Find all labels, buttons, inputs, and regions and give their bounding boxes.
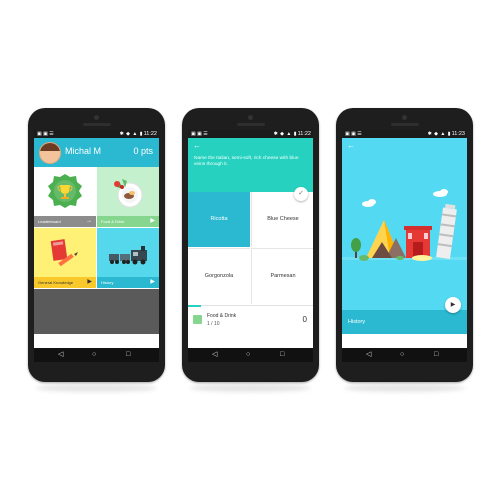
avatar[interactable]	[39, 142, 61, 164]
question-screen: ← Name the Italian, semi-soft, rich chee…	[188, 138, 313, 348]
category-tile-general-knowledge[interactable]: General Knowledge ▶	[34, 228, 96, 288]
points-display: 0 pts	[133, 146, 153, 156]
nav-back-icon[interactable]: ◁	[58, 351, 63, 359]
landmarks-illustration	[342, 189, 467, 261]
phone-device: ▣ ▣ ☰ ✱ ◆ ▲ ▮ 11:23 ← History ▶ ◁ ○ □	[336, 108, 473, 392]
speaker	[390, 123, 419, 126]
check-icon[interactable]: ✓	[294, 187, 308, 201]
phone-shadow	[36, 384, 157, 392]
category-name: Food & Drink	[207, 313, 237, 319]
food-plate-icon	[114, 179, 143, 208]
status-icons: ✱ ◆ ▲ ▮	[427, 131, 451, 137]
question-counter: 1 / 10	[207, 321, 220, 327]
train-icon	[109, 246, 147, 265]
progress-track	[188, 305, 313, 306]
status-bar: ▣ ▣ ☰ ✱ ◆ ▲ ▮ 11:22	[34, 130, 159, 138]
nav-recent-icon[interactable]: □	[434, 351, 438, 359]
answer-option[interactable]: Gorgonzola	[188, 248, 250, 304]
notification-icons: ▣ ▣ ☰	[345, 131, 362, 137]
food-category-icon	[193, 315, 202, 324]
nav-home-icon[interactable]: ○	[92, 351, 96, 359]
category-tile-food-drink[interactable]: Food & Drink ▶	[97, 167, 159, 227]
play-icon: ▶	[87, 279, 92, 285]
nav-recent-icon[interactable]: □	[126, 351, 130, 359]
nav-back-icon[interactable]: ◁	[366, 351, 371, 359]
play-icon: ▶	[150, 218, 155, 224]
play-button[interactable]: ▶	[445, 297, 461, 313]
phone-device: ▣ ▣ ☰ ✱ ◆ ▲ ▮ 11:22 ← Name the Italian, …	[182, 108, 319, 392]
notification-icons: ▣ ▣ ☰	[191, 131, 208, 137]
category-title: History	[348, 319, 366, 325]
status-bar: ▣ ▣ ☰ ✱ ◆ ▲ ▮ 11:23	[342, 130, 467, 138]
status-time: 11:22	[297, 131, 311, 137]
play-icon: ▶	[150, 279, 155, 285]
category-tile-leaderboard[interactable]: Leaderboard →	[34, 167, 96, 227]
tile-label-text: General Knowledge	[38, 280, 74, 285]
nav-back-icon[interactable]: ◁	[212, 351, 217, 359]
tile-label-leaderboard: Leaderboard →	[34, 216, 96, 227]
answer-option[interactable]: Ricotta	[188, 192, 250, 247]
back-arrow-icon[interactable]: ←	[347, 141, 355, 150]
camera	[248, 115, 253, 120]
question-header: ← Name the Italian, semi-soft, rich chee…	[188, 138, 313, 192]
camera	[402, 115, 407, 120]
bottom-panel	[34, 289, 159, 334]
tile-label-text: History	[101, 280, 114, 285]
category-intro-screen: ← History ▶	[342, 138, 467, 348]
arrow-right-icon: →	[86, 218, 92, 224]
status-icons: ✱ ◆ ▲ ▮	[273, 131, 297, 137]
tile-label-history: History ▶	[97, 277, 159, 288]
speaker	[236, 123, 265, 126]
back-arrow-icon[interactable]: ←	[193, 141, 201, 150]
avatar-hair	[40, 143, 60, 151]
system-nav-bar: ◁ ○ □	[188, 348, 313, 362]
system-nav-bar: ◁ ○ □	[34, 348, 159, 362]
phone-screen: ▣ ▣ ☰ ✱ ◆ ▲ ▮ 11:22 ← Name the Italian, …	[188, 130, 313, 362]
tile-label-text: Leaderboard	[38, 219, 61, 224]
trophy-icon	[48, 174, 82, 208]
status-icons: ✱ ◆ ▲ ▮	[119, 131, 143, 137]
history-illustration	[342, 188, 467, 298]
category-tile-history[interactable]: History ▶	[97, 228, 159, 288]
answer-option[interactable]: Parmesan	[251, 248, 313, 304]
category-label-bar: History	[342, 310, 467, 334]
nav-home-icon[interactable]: ○	[246, 351, 250, 359]
status-time: 11:22	[143, 131, 157, 137]
score-display: 0	[302, 315, 307, 324]
quiz-footer: Food & Drink 1 / 10 0	[188, 307, 313, 334]
user-name: Michal M	[65, 146, 102, 156]
camera	[94, 115, 99, 120]
nav-home-icon[interactable]: ○	[400, 351, 404, 359]
phone-shadow	[190, 384, 311, 392]
status-time: 11:23	[451, 131, 465, 137]
question-text: Name the Italian, semi-soft, rich cheese…	[194, 156, 299, 168]
notification-icons: ▣ ▣ ☰	[37, 131, 54, 137]
phone-screen: ▣ ▣ ☰ ✱ ◆ ▲ ▮ 11:22 Michal M 0 pts Leade…	[34, 130, 159, 362]
tile-label-general-knowledge: General Knowledge ▶	[34, 277, 96, 288]
home-screen: Michal M 0 pts Leaderboard → Food & Drin…	[34, 138, 159, 348]
status-bar: ▣ ▣ ☰ ✱ ◆ ▲ ▮ 11:22	[188, 130, 313, 138]
system-nav-bar: ◁ ○ □	[342, 348, 467, 362]
book-pencil-icon	[50, 239, 78, 267]
phone-screen: ▣ ▣ ☰ ✱ ◆ ▲ ▮ 11:23 ← History ▶ ◁ ○ □	[342, 130, 467, 362]
phone-device: ▣ ▣ ☰ ✱ ◆ ▲ ▮ 11:22 Michal M 0 pts Leade…	[28, 108, 165, 392]
tile-label-text: Food & Drink	[101, 219, 125, 224]
tile-label-food-drink: Food & Drink ▶	[97, 216, 159, 227]
nav-recent-icon[interactable]: □	[280, 351, 284, 359]
phone-shadow	[344, 384, 465, 392]
profile-header: Michal M 0 pts	[34, 138, 159, 167]
speaker	[82, 123, 111, 126]
